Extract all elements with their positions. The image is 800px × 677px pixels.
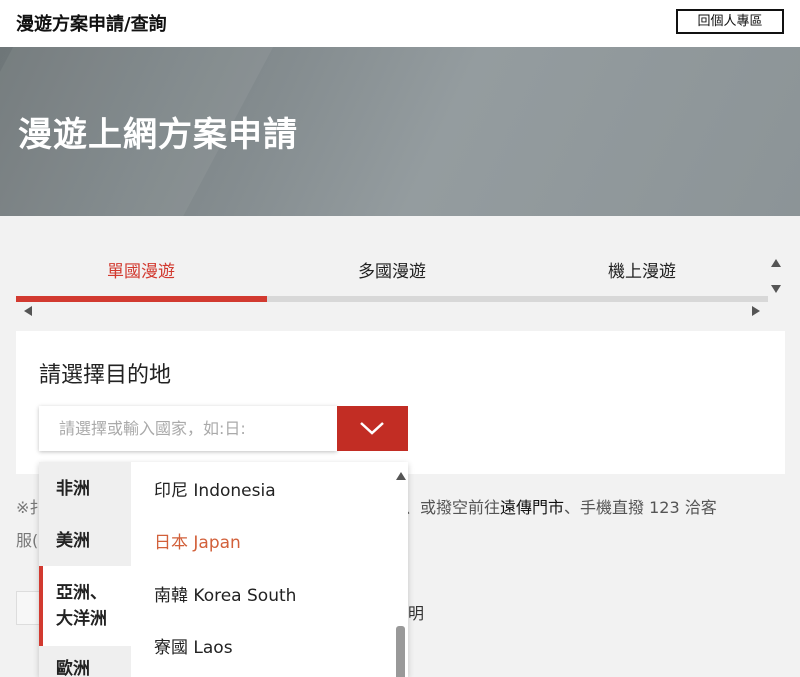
region-africa[interactable]: 非洲 — [39, 476, 131, 502]
note-line1-end: 、手機直撥 123 洽客 — [564, 498, 717, 517]
checkbox-label: 明 — [408, 604, 425, 623]
region-asia-oceania[interactable]: 亞洲、 大洋洲 — [39, 566, 131, 646]
destination-search — [39, 406, 408, 451]
agree-checkbox[interactable] — [16, 591, 40, 625]
country-option[interactable]: 南韓 Korea South — [154, 581, 296, 606]
note-line1: 碼、或撥空前往遠傳門市、手機直撥 123 洽客 — [388, 494, 717, 518]
back-to-profile-button[interactable]: 回個人專區 — [676, 9, 784, 34]
dropdown-scrollbar[interactable] — [394, 462, 408, 677]
chevron-down-icon — [360, 422, 384, 435]
hero-banner: 漫遊上網方案申請 — [0, 47, 800, 216]
store-link[interactable]: 遠傳門市 — [500, 498, 564, 517]
scroll-up-arrow-icon[interactable] — [396, 472, 406, 480]
roaming-tabs: 單國漫遊 多國漫遊 機上漫遊 — [16, 254, 768, 302]
region-europe[interactable]: 歐洲 — [39, 656, 131, 677]
tab-indicator-track — [16, 296, 768, 302]
note-line2: 服( — [16, 531, 39, 550]
page-title: 漫遊方案申請/查詢 — [16, 14, 167, 35]
scroll-right-arrow-icon[interactable] — [752, 306, 760, 316]
country-list: 印尼 Indonesia 日本 Japan 南韓 Korea South 寮國 … — [131, 462, 396, 677]
tab-in-flight[interactable]: 機上漫遊 — [517, 254, 767, 292]
destination-panel: 請選擇目的地 — [16, 331, 785, 474]
region-list: 非洲 美洲 亞洲、 大洋洲 歐洲 — [39, 462, 131, 677]
tab-multi-country[interactable]: 多國漫遊 — [267, 254, 517, 292]
destination-title: 請選擇目的地 — [39, 363, 172, 388]
destination-dropdown: 非洲 美洲 亞洲、 大洋洲 歐洲 印尼 Indonesia 日本 Japan 南… — [39, 462, 408, 677]
region-americas[interactable]: 美洲 — [39, 528, 131, 554]
region-asia-line1: 亞洲、 — [56, 583, 107, 603]
destination-input[interactable] — [39, 406, 329, 451]
hero-title: 漫遊上網方案申請 — [18, 115, 298, 155]
top-bar: 漫遊方案申請/查詢 回個人專區 — [0, 0, 800, 47]
scrollbar-thumb[interactable] — [396, 626, 405, 677]
country-option[interactable]: 印尼 Indonesia — [154, 476, 276, 501]
dropdown-toggle-button[interactable] — [337, 406, 408, 451]
scroll-down-arrow-icon[interactable] — [771, 285, 781, 293]
country-option-selected[interactable]: 日本 Japan — [154, 528, 241, 553]
region-asia-line2: 大洋洲 — [56, 609, 107, 629]
scroll-up-arrow-icon[interactable] — [771, 259, 781, 267]
tab-single-country[interactable]: 單國漫遊 — [16, 254, 266, 292]
scroll-left-arrow-icon[interactable] — [24, 306, 32, 316]
tab-indicator — [16, 296, 267, 302]
country-option[interactable]: 寮國 Laos — [154, 633, 233, 658]
